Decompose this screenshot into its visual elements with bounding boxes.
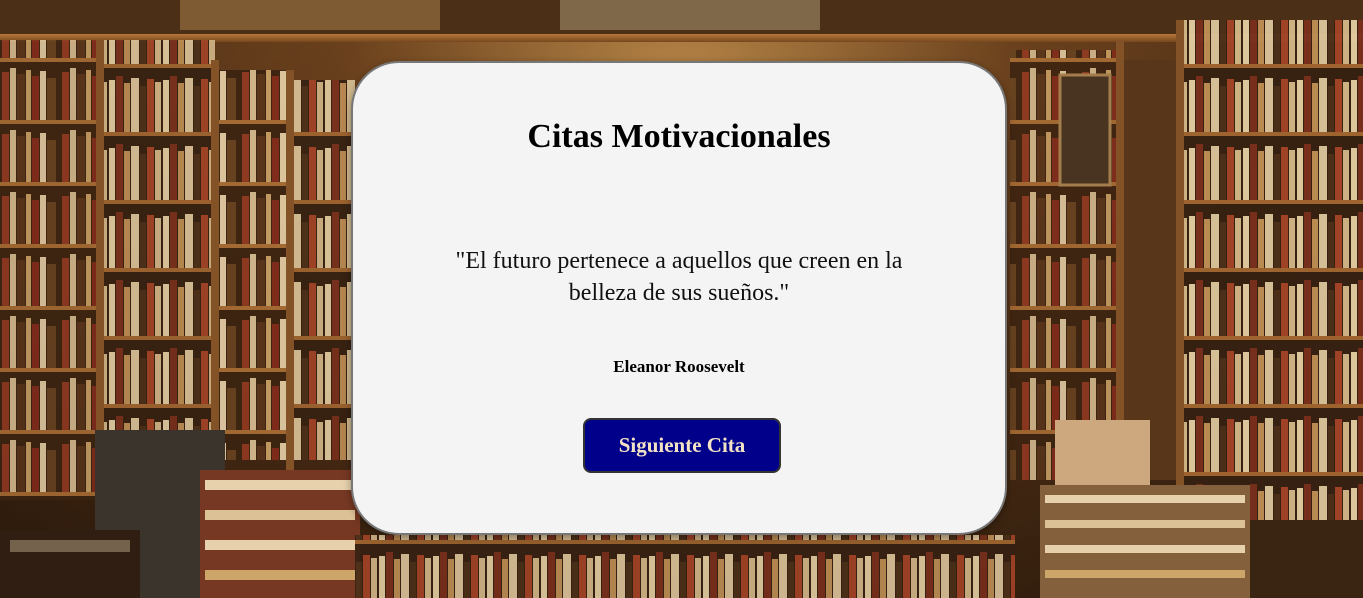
quote-card: Citas Motivacionales "El futuro pertenec… <box>351 61 1007 535</box>
next-quote-button[interactable]: Siguiente Cita <box>583 418 781 473</box>
quote-author: Eleanor Roosevelt <box>613 357 745 376</box>
page-title: Citas Motivacionales <box>527 118 831 155</box>
quote-text: "El futuro pertenece a aquellos que cree… <box>455 248 903 306</box>
